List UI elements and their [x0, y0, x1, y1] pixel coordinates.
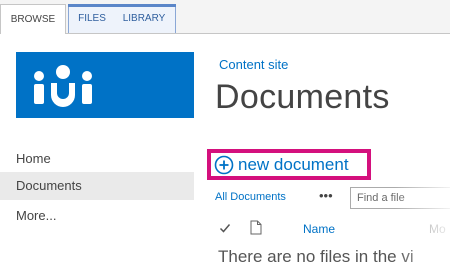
- column-header-modified[interactable]: Mo: [429, 222, 446, 236]
- empty-library-message: There are no files in the vi: [218, 247, 414, 266]
- people-group-icon: [34, 65, 92, 107]
- column-header-name[interactable]: Name: [303, 222, 335, 236]
- view-all-documents[interactable]: All Documents: [215, 191, 286, 203]
- document-type-icon: [250, 220, 262, 235]
- site-logo[interactable]: [16, 52, 194, 118]
- breadcrumb-site-link[interactable]: Content site: [219, 57, 288, 72]
- page-title: Documents: [215, 78, 390, 116]
- nav-item-home[interactable]: Home: [0, 145, 194, 173]
- tab-files[interactable]: FILES: [70, 4, 114, 33]
- more-views-ellipsis[interactable]: •••: [319, 188, 333, 203]
- nav-item-more[interactable]: More...: [0, 202, 194, 230]
- nav-item-documents[interactable]: Documents: [0, 172, 194, 200]
- tab-library[interactable]: LIBRARY: [114, 4, 174, 33]
- plus-circle-icon: [214, 155, 234, 175]
- ribbon-divider: [0, 33, 450, 34]
- select-all-checkmark-icon[interactable]: [219, 222, 231, 234]
- tab-browse[interactable]: BROWSE: [0, 4, 66, 34]
- new-document-label: new document: [238, 155, 349, 174]
- find-file-search-input[interactable]: [350, 187, 450, 209]
